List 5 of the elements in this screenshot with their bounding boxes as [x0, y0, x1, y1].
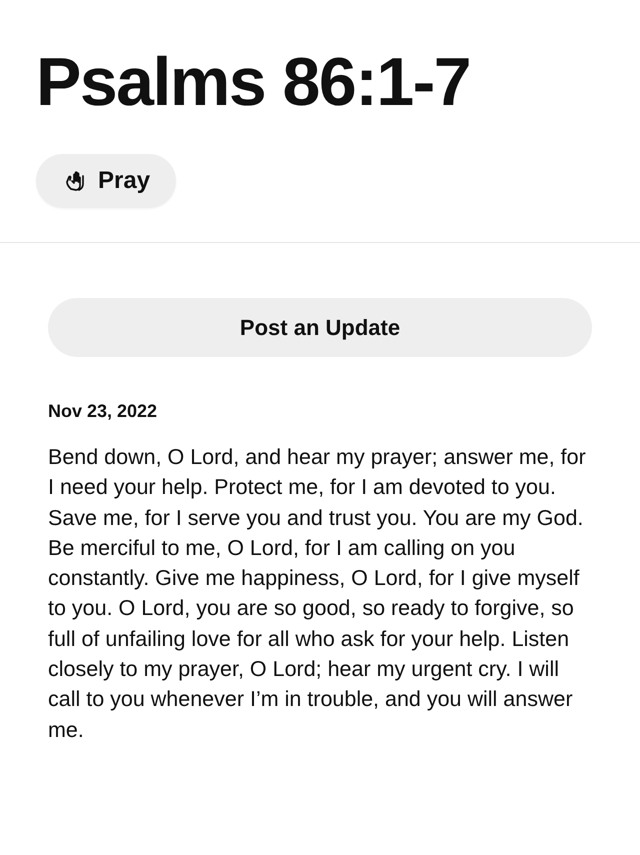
post-update-button[interactable]: Post an Update	[48, 298, 592, 357]
page-title: Psalms 86:1-7	[36, 43, 472, 122]
post-text: Bend down, O Lord, and hear my prayer; answer me, for I need your help. Protect me, for I am devoted to you. Save me, for I serve you and trust you. You are my God. Be merciful to me, O Lord, for I am calling on you constantly. Give me happiness, O Lord, for I give myself to you. O Lord, you are so good, so ready to forgive, so full of unfailing love for all who ask for your help. Listen closely to my prayer, O Lord; hear my urgent cry. I will call to you whenever I’m in trouble, and you will answer me.	[48, 444, 587, 744]
post-date: Nov 23, 2022	[48, 401, 158, 422]
pray-button[interactable]: Pray	[36, 154, 176, 208]
